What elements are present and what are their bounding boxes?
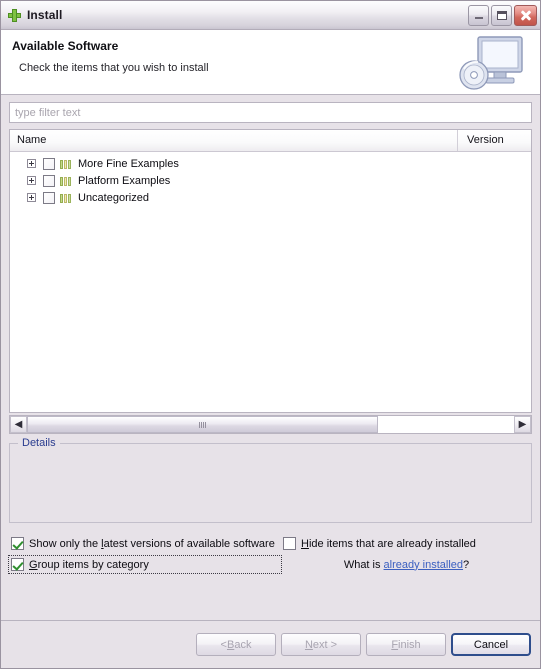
tree-row[interactable]: Platform Examples — [10, 172, 531, 189]
install-dialog: Install Available Software Check the ite… — [0, 0, 541, 669]
whatis-prefix: What is — [343, 558, 384, 571]
monitor-disc-icon — [459, 36, 523, 90]
minimize-icon — [474, 17, 483, 19]
checkbox-icon — [11, 558, 24, 571]
close-button[interactable] — [514, 4, 537, 26]
group-by-category-label: Group items by category — [29, 558, 149, 571]
details-group: Details — [9, 437, 532, 523]
expand-icon[interactable] — [27, 176, 36, 185]
filter-input[interactable] — [9, 102, 532, 123]
row-checkbox[interactable] — [43, 157, 55, 170]
cancel-button[interactable]: Cancel — [451, 633, 531, 656]
expand-icon[interactable] — [27, 193, 36, 202]
expand-icon[interactable] — [27, 159, 36, 168]
scroll-right-icon[interactable]: ▶ — [514, 416, 531, 433]
show-latest-versions-label: Show only the latest versions of availab… — [29, 537, 275, 550]
what-is-already-installed: What is already installed? — [281, 559, 532, 571]
checkbox-icon — [11, 537, 24, 550]
minimize-button[interactable] — [468, 4, 489, 26]
available-software-tree: Name Version More Fine Examples Platform… — [9, 129, 532, 413]
tree-row[interactable]: Uncategorized — [10, 189, 531, 206]
hide-installed-checkbox[interactable]: Hide items that are already installed — [281, 535, 478, 552]
options-section: Show only the latest versions of availab… — [8, 533, 532, 575]
tree-row-label: More Fine Examples — [78, 157, 179, 170]
options-row-2: Group items by category What is already … — [8, 554, 532, 575]
horizontal-scrollbar[interactable]: ◀ ▶ — [9, 415, 532, 434]
show-latest-versions-checkbox[interactable]: Show only the latest versions of availab… — [9, 535, 281, 552]
wizard-banner: Available Software Check the items that … — [1, 30, 540, 95]
window-controls — [468, 4, 537, 26]
tree-row[interactable]: More Fine Examples — [10, 155, 531, 172]
scroll-left-icon[interactable]: ◀ — [10, 416, 27, 433]
category-icon — [60, 175, 72, 186]
tree-row-label: Uncategorized — [78, 191, 149, 204]
title-bar-left: Install — [8, 8, 468, 22]
whatis-suffix: ? — [463, 558, 470, 571]
maximize-button[interactable] — [491, 4, 512, 26]
checkbox-icon — [283, 537, 296, 550]
green-plus-icon — [8, 8, 21, 22]
back-button[interactable]: < Back — [196, 633, 276, 656]
button-bar: < Back Next > Finish Cancel — [1, 620, 540, 668]
window-title: Install — [27, 8, 63, 22]
category-icon — [60, 158, 72, 169]
close-icon — [520, 10, 531, 21]
scrollbar-track[interactable] — [27, 416, 514, 433]
hide-installed-label: Hide items that are already installed — [301, 537, 476, 550]
next-button[interactable]: Next > — [281, 633, 361, 656]
tree-body: More Fine Examples Platform Examples Unc… — [10, 152, 531, 412]
tree-row-label: Platform Examples — [78, 174, 171, 187]
dialog-body: Name Version More Fine Examples Platform… — [1, 95, 540, 620]
details-legend: Details — [18, 437, 60, 449]
scrollbar-thumb[interactable] — [27, 416, 378, 433]
finish-button[interactable]: Finish — [366, 633, 446, 656]
row-checkbox[interactable] — [43, 174, 55, 187]
options-row-1: Show only the latest versions of availab… — [9, 533, 532, 554]
row-checkbox[interactable] — [43, 191, 55, 204]
title-bar: Install — [1, 1, 540, 30]
tree-header: Name Version — [10, 130, 531, 152]
column-header-name[interactable]: Name — [10, 130, 458, 151]
already-installed-link[interactable]: already installed — [384, 559, 464, 571]
category-icon — [60, 192, 72, 203]
group-by-category-checkbox[interactable]: Group items by category — [8, 555, 282, 574]
column-header-version[interactable]: Version — [458, 130, 531, 151]
maximize-icon — [496, 10, 507, 20]
